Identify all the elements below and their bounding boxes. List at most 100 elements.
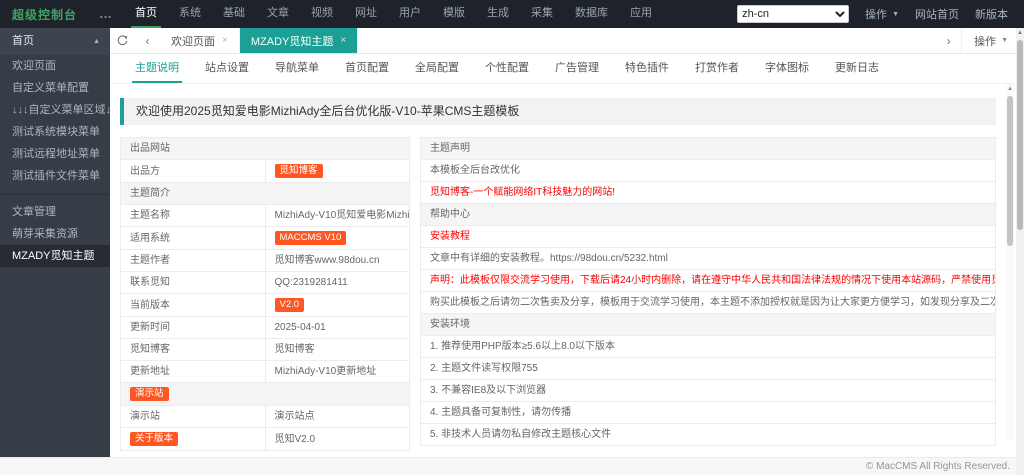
note-cell: 本模板全后台改优化 bbox=[420, 159, 996, 182]
page-scrollbar[interactable]: ▲ bbox=[1016, 28, 1024, 475]
status-badge: MACCMS V10 bbox=[274, 231, 347, 245]
info-label-cell: 出品方 bbox=[120, 159, 266, 183]
info-section-cell: 演示站 bbox=[120, 382, 410, 406]
info-table-row: 主题作者 觅知博客www.98dou.cn bbox=[120, 249, 410, 272]
top-nav-item-2[interactable]: 系统 bbox=[168, 0, 212, 28]
info-value-cell: 2025-04-01 bbox=[264, 316, 410, 339]
sidebar-item-11[interactable]: MZADY觅知主题 bbox=[0, 245, 110, 267]
sidebar: 首页 ▲ 欢迎页面自定义菜单配置 ↓↓↓自定义菜单区域↓↓↓ 测试系统模块菜单测试远程地… bbox=[0, 28, 110, 457]
sidebar-item-label: 欢迎页面 bbox=[12, 60, 56, 72]
info-label-cell: 适用系统 bbox=[120, 226, 266, 250]
content-scrollbar[interactable]: ▲ bbox=[1006, 84, 1014, 439]
top-nav-item-12[interactable]: 应用 bbox=[619, 0, 663, 28]
close-icon[interactable]: × bbox=[340, 35, 346, 46]
theme-tab-1[interactable]: 主题说明 bbox=[122, 54, 192, 83]
theme-tab-8[interactable]: 特色插件 bbox=[612, 54, 682, 83]
note-cell: 安装环境 bbox=[420, 313, 996, 336]
more-menu-icon[interactable]: … bbox=[87, 0, 124, 28]
info-table-row: 出品网站 bbox=[120, 137, 410, 160]
info-table-row: 演示站 演示站点 bbox=[120, 405, 410, 428]
scrollbar-thumb[interactable] bbox=[1017, 40, 1023, 230]
sidebar-item-9[interactable]: 文章管理 bbox=[0, 201, 110, 223]
site-home-link[interactable]: 网站首页 bbox=[915, 6, 959, 22]
info-table-row: 觅知博客 觅知博客 bbox=[120, 338, 410, 361]
top-nav-item-3[interactable]: 基础 bbox=[212, 0, 256, 28]
info-value-cell: 觅知V2.0 bbox=[264, 427, 410, 451]
note-cell: 帮助中心 bbox=[420, 203, 996, 226]
top-nav-item-4[interactable]: 文章 bbox=[256, 0, 300, 28]
top-nav-item-5[interactable]: 视频 bbox=[300, 0, 344, 28]
note-row: 声明：此模板仅限交流学习使用，下载后请24小时内删除，请在遵守中华人民共和国法律… bbox=[420, 269, 996, 292]
sidebar-item-label: 自定义菜单配置 bbox=[12, 82, 89, 94]
info-value-cell: 觅知博客 bbox=[264, 338, 410, 361]
sidebar-item-label: MZADY觅知主题 bbox=[12, 250, 95, 262]
operate-menu[interactable]: 操作 ▼ bbox=[865, 6, 899, 22]
tab-operate-menu[interactable]: 操作 ▼ bbox=[961, 28, 1024, 53]
info-value-cell: MACCMS V10 bbox=[264, 226, 410, 250]
sidebar-item-label: ↓↓↓自定义菜单区域↓↓↓ bbox=[12, 104, 110, 116]
chevron-down-icon: ▼ bbox=[892, 10, 899, 18]
scroll-up-icon[interactable]: ▲ bbox=[1017, 30, 1023, 36]
refresh-icon[interactable] bbox=[110, 28, 135, 53]
note-cell: 觅知博客-一个赋能网络IT科技魅力的网站! bbox=[420, 181, 996, 204]
theme-tab-7[interactable]: 广告管理 bbox=[542, 54, 612, 83]
theme-tab-5[interactable]: 全局配置 bbox=[402, 54, 472, 83]
status-badge: 关于版本 bbox=[130, 432, 179, 446]
theme-tab-4[interactable]: 首页配置 bbox=[332, 54, 402, 83]
info-table-row: 更新地址 MizhiAdy-V10更新地址 bbox=[120, 360, 410, 383]
theme-tab-11[interactable]: 更新日志 bbox=[822, 54, 892, 83]
status-badge: 演示站 bbox=[130, 387, 169, 401]
note-cell: 文章中有详细的安装教程。https://98dou.cn/5232.html bbox=[420, 247, 996, 270]
theme-notes-table: 主题声明 本模板全后台改优化 觅知博客-一个赋能网络IT科技魅力的网站! 帮助中心安装… bbox=[420, 137, 996, 446]
theme-tab-6[interactable]: 个性配置 bbox=[472, 54, 542, 83]
info-table-row: 关于版本 觅知V2.0 bbox=[120, 427, 410, 451]
note-row: 2. 主题文件读写权限755 bbox=[420, 357, 996, 380]
info-label-cell: 演示站 bbox=[120, 405, 266, 428]
info-table-row: 联系觅知 QQ:2319281411 bbox=[120, 271, 410, 294]
note-cell: 3. 不兼容IE8及以下浏览器 bbox=[420, 379, 996, 402]
theme-tab-3[interactable]: 导航菜单 bbox=[262, 54, 332, 83]
top-nav-item-11[interactable]: 数据库 bbox=[564, 0, 619, 28]
window-tab-label: MZADY觅知主题 bbox=[250, 35, 334, 48]
sidebar-item-10[interactable]: 萌芽采集资源 bbox=[0, 223, 110, 245]
operate-menu-label: 操作 bbox=[865, 9, 888, 21]
info-label-cell: 主题作者 bbox=[120, 249, 266, 272]
top-nav-item-1[interactable]: 首页 bbox=[124, 0, 168, 28]
scrollbar-thumb[interactable] bbox=[1007, 96, 1013, 246]
scroll-up-icon[interactable]: ▲ bbox=[1007, 86, 1013, 92]
sidebar-item-3[interactable]: 自定义菜单配置 bbox=[0, 77, 110, 99]
top-nav-item-8[interactable]: 模版 bbox=[432, 0, 476, 28]
theme-tab-10[interactable]: 字体图标 bbox=[752, 54, 822, 83]
note-cell: 5. 非技术人员请勿私自修改主题核心文件 bbox=[420, 423, 996, 446]
close-icon[interactable]: × bbox=[222, 35, 228, 46]
theme-tab-2[interactable]: 站点设置 bbox=[192, 54, 262, 83]
top-nav-item-7[interactable]: 用户 bbox=[388, 0, 432, 28]
sidebar-item-2[interactable]: 欢迎页面 bbox=[0, 55, 110, 77]
top-nav-item-6[interactable]: 网址 bbox=[344, 0, 388, 28]
window-tab-1[interactable]: 欢迎页面 × bbox=[160, 28, 240, 53]
new-version-link[interactable]: 新版本 bbox=[975, 6, 1008, 22]
chevron-right-icon[interactable]: › bbox=[936, 28, 961, 53]
info-table-row: 演示站 bbox=[120, 382, 410, 406]
info-section-cell: 出品网站 bbox=[120, 137, 410, 160]
top-nav-item-9[interactable]: 生成 bbox=[476, 0, 520, 28]
note-cell: 主题声明 bbox=[420, 137, 996, 160]
top-nav-item-10[interactable]: 采集 bbox=[520, 0, 564, 28]
language-select[interactable]: zh-cn bbox=[737, 5, 850, 23]
note-row: 主题声明 bbox=[420, 137, 996, 160]
note-cell: 购买此模板之后请勿二次售卖及分享，模板用于交流学习使用，本主题不添加授权就是因为… bbox=[420, 291, 996, 314]
sidebar-item-6[interactable]: 测试远程地址菜单 bbox=[0, 143, 110, 165]
sidebar-divider bbox=[0, 194, 110, 195]
info-table-row: 更新时间 2025-04-01 bbox=[120, 316, 410, 339]
status-badge: V2.0 bbox=[274, 298, 305, 312]
info-label-cell: 联系觅知 bbox=[120, 271, 266, 294]
window-tab-2[interactable]: MZADY觅知主题 × bbox=[239, 28, 359, 53]
note-cell: 声明：此模板仅限交流学习使用，下载后请24小时内删除，请在遵守中华人民共和国法律… bbox=[420, 269, 996, 292]
chevron-left-icon[interactable]: ‹ bbox=[135, 28, 160, 53]
sidebar-item-4[interactable]: ↓↓↓自定义菜单区域↓↓↓ bbox=[0, 99, 110, 121]
theme-tab-9[interactable]: 打赏作者 bbox=[682, 54, 752, 83]
top-nav: 首页 系统 基础 文章 视频 网址 用户 模版 生成 采集 数据库 应用 bbox=[124, 0, 663, 28]
sidebar-item-7[interactable]: 测试插件文件菜单 bbox=[0, 165, 110, 187]
sidebar-item-5[interactable]: 测试系统模块菜单 bbox=[0, 121, 110, 143]
sidebar-item-1[interactable]: 首页 ▲ bbox=[0, 28, 110, 55]
